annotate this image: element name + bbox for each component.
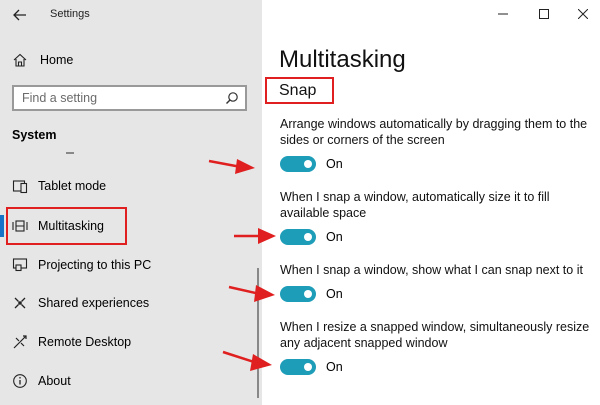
annotation-arrow-1 — [208, 159, 255, 174]
sidebar-item-shared-experiences[interactable]: Shared experiences — [12, 292, 149, 314]
toggle-state: On — [326, 230, 343, 244]
tablet-mode-icon — [12, 178, 28, 194]
sidebar-item-label: Projecting to this PC — [38, 258, 152, 272]
sidebar-item-label: Shared experiences — [38, 296, 150, 310]
setting-description: When I snap a window, automatically size… — [280, 190, 550, 220]
setting-2: When I snap a window, automatically size… — [280, 189, 590, 221]
projecting-icon — [12, 257, 28, 273]
annotation-arrow-4 — [222, 350, 272, 371]
sidebar-item-remote-desktop[interactable]: Remote Desktop — [12, 331, 131, 353]
home-icon — [13, 53, 27, 67]
toggle-knob — [304, 290, 312, 298]
close-button[interactable] — [572, 4, 594, 24]
sidebar-item-label: About — [38, 374, 71, 388]
back-button[interactable] — [10, 5, 30, 25]
setting-4-toggle-row: On — [280, 356, 343, 378]
snap-assist-toggle[interactable] — [280, 286, 316, 302]
setting-description: When I snap a window, show what I can sn… — [280, 263, 583, 277]
search-box[interactable] — [12, 85, 247, 111]
active-indicator — [0, 215, 4, 237]
snap-autosize-toggle[interactable] — [280, 229, 316, 245]
toggle-state: On — [326, 287, 343, 301]
title-bar-right — [262, 0, 600, 30]
setting-4: When I resize a snapped window, simultan… — [280, 319, 590, 351]
section-title: System — [12, 128, 57, 142]
remote-desktop-icon — [12, 334, 28, 350]
setting-description: Arrange windows automatically by draggin… — [280, 117, 588, 147]
setting-2-toggle-row: On — [280, 226, 343, 248]
toggle-knob — [304, 363, 312, 371]
sidebar-item-projecting[interactable]: Projecting to this PC — [12, 254, 151, 276]
sidebar-item-about[interactable]: About — [12, 370, 71, 392]
toggle-state: On — [326, 157, 343, 171]
shared-experiences-icon — [12, 295, 28, 311]
search-input[interactable] — [14, 87, 214, 109]
sidebar: Settings Home System Tablet mode — [0, 0, 262, 405]
toggle-knob — [304, 160, 312, 168]
toggle-knob — [304, 233, 312, 241]
app-title: Settings — [50, 8, 90, 20]
annotation-box-snap — [265, 77, 334, 104]
toggle-state: On — [326, 360, 343, 374]
sidebar-item-tablet-mode[interactable]: Tablet mode — [12, 175, 106, 197]
close-icon — [578, 9, 588, 19]
info-icon — [12, 373, 28, 389]
maximize-button[interactable] — [533, 4, 555, 24]
page-title: Multitasking — [279, 46, 406, 73]
home-nav[interactable]: Home — [12, 50, 73, 70]
snap-arrange-toggle[interactable] — [280, 156, 316, 172]
home-label: Home — [40, 53, 74, 67]
minimize-button[interactable] — [492, 4, 514, 24]
setting-1: Arrange windows automatically by draggin… — [280, 116, 590, 148]
back-arrow-icon — [13, 9, 26, 21]
setting-3: When I snap a window, show what I can sn… — [280, 262, 590, 278]
annotation-arrow-3 — [228, 285, 275, 302]
scroll-hint — [66, 152, 74, 154]
search-icon[interactable] — [225, 91, 239, 105]
maximize-icon — [539, 9, 549, 19]
sidebar-item-label: Remote Desktop — [38, 335, 132, 349]
title-bar-left: Settings — [0, 0, 262, 30]
minimize-icon — [498, 13, 508, 15]
sidebar-item-label: Tablet mode — [38, 179, 107, 193]
annotation-arrow-2 — [234, 228, 276, 244]
snap-resize-toggle[interactable] — [280, 359, 316, 375]
setting-1-toggle-row: On — [280, 153, 343, 175]
setting-description: When I resize a snapped window, simultan… — [280, 320, 590, 350]
annotation-box-multitasking — [6, 207, 127, 245]
setting-3-toggle-row: On — [280, 283, 343, 305]
